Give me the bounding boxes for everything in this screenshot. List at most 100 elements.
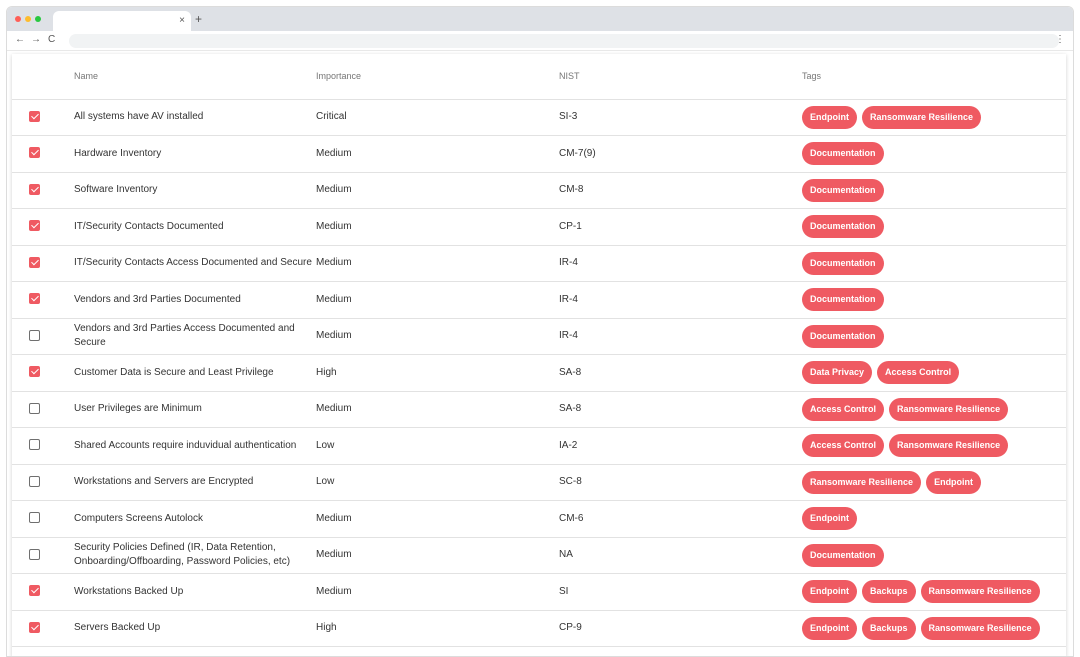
checkbox-checked[interactable]: [29, 220, 40, 232]
header-tags[interactable]: Tags: [802, 54, 1066, 100]
tag-chip[interactable]: Documentation: [802, 288, 884, 312]
row-importance: Medium: [316, 281, 559, 319]
row-select-cell: [12, 464, 74, 501]
table-row[interactable]: Customer Data is Secure and Least Privil…: [12, 354, 1066, 392]
table-row[interactable]: Servers Backed Up High CP-9 Endpoint Backups…: [12, 610, 1066, 647]
browser-tab[interactable]: ×: [53, 11, 191, 31]
checkbox-unchecked[interactable]: [29, 329, 40, 341]
header-nist[interactable]: NIST: [559, 54, 802, 100]
checkbox-unchecked[interactable]: [29, 402, 40, 414]
table-row[interactable]: Software Inventory Medium CM-8 Documentatio…: [12, 172, 1066, 209]
row-tags: Endpoint Ransomware Resilience: [802, 99, 1066, 136]
row-nist: SI: [559, 573, 802, 611]
forward-arrow-icon[interactable]: →: [31, 34, 41, 46]
checkbox-checked[interactable]: [29, 293, 40, 305]
row-name: Servers Backed Up: [74, 610, 316, 647]
tag-chip[interactable]: Ransomware Resilience: [889, 397, 1009, 421]
row-select-cell: [12, 573, 74, 611]
row-select-cell: [12, 245, 74, 282]
tag-chip[interactable]: Ransomware Resilience: [889, 434, 1009, 458]
row-name: Workstations and Servers are Encrypted: [74, 464, 316, 501]
tag-chip[interactable]: Documentation: [802, 215, 884, 239]
table-row[interactable]: Hardware Inventory Medium CM-7(9) Documenta…: [12, 135, 1066, 173]
checkbox-unchecked[interactable]: [29, 439, 40, 451]
table-row[interactable]: All systems have AV installed Critical SI-…: [12, 99, 1066, 136]
checkbox-checked[interactable]: [29, 366, 40, 378]
close-tab-icon[interactable]: ×: [179, 14, 185, 28]
tag-chip[interactable]: Endpoint: [802, 105, 857, 129]
checkbox-unchecked[interactable]: [29, 512, 40, 524]
tag-chip[interactable]: Ransomware Resilience: [862, 105, 982, 129]
table-row[interactable]: Workstations and Servers are Encrypted Lo…: [12, 464, 1066, 501]
tag-chip[interactable]: Ransomware Resilience: [920, 580, 1040, 604]
row-select-cell: [12, 391, 74, 428]
new-tab-icon[interactable]: +: [195, 12, 202, 26]
row-tags: Endpoint Backups Ransomware Resilience: [802, 610, 1066, 647]
checkbox-checked[interactable]: [29, 585, 40, 597]
row-select-cell: [12, 318, 74, 355]
tag-chip[interactable]: Documentation: [802, 324, 884, 348]
table-row[interactable]: Shared Accounts require induvidual authe…: [12, 427, 1066, 465]
checkbox-checked[interactable]: [29, 183, 40, 195]
tag-chip[interactable]: Endpoint: [802, 616, 857, 640]
checkbox-checked[interactable]: [29, 147, 40, 159]
tag-chip[interactable]: Ransomware Resilience: [802, 470, 922, 494]
reload-icon[interactable]: C: [48, 34, 55, 46]
browser-window: × + ← → C ⋮ Name Importance NIST Tags Al…: [6, 6, 1074, 657]
row-importance: Medium: [316, 208, 559, 246]
row-nist: IR-4: [559, 281, 802, 319]
tag-chip[interactable]: Documentation: [802, 178, 884, 202]
row-importance: Medium: [316, 318, 559, 355]
row-nist: NA: [559, 537, 802, 574]
tag-chip[interactable]: Backups: [862, 616, 916, 640]
tag-chip[interactable]: Endpoint: [802, 580, 857, 604]
row-select-cell: [12, 99, 74, 136]
tag-chip[interactable]: Access Control: [877, 361, 960, 385]
table-row[interactable]: User Privileges are Minimum Medium SA-8 Acc…: [12, 391, 1066, 428]
close-window-dot[interactable]: [15, 16, 21, 22]
table-row[interactable]: IT/Security Contacts Documented Medium CP-…: [12, 208, 1066, 246]
tag-chip[interactable]: Documentation: [802, 251, 884, 275]
row-nist: CM-8: [559, 172, 802, 209]
tag-chip[interactable]: Data Privacy: [802, 361, 873, 385]
checkbox-checked[interactable]: [29, 110, 40, 122]
row-importance: Medium: [316, 537, 559, 574]
table-row[interactable]: Security Policies Defined (IR, Data Rete…: [12, 537, 1066, 574]
row-tags: Endpoint Backups Ransomware Resilience: [802, 573, 1066, 611]
checkbox-unchecked[interactable]: [29, 548, 40, 560]
row-importance: Medium: [316, 573, 559, 611]
row-select-cell: [12, 281, 74, 319]
table-row[interactable]: Workstations Backed Up Medium SI Endpoint Ba…: [12, 573, 1066, 611]
back-arrow-icon[interactable]: ←: [15, 34, 25, 46]
row-nist: SA-8: [559, 354, 802, 392]
address-bar[interactable]: [69, 34, 1059, 48]
browser-menu-icon[interactable]: ⋮: [1055, 34, 1065, 46]
header-name[interactable]: Name: [74, 54, 316, 100]
checkbox-checked[interactable]: [29, 256, 40, 268]
tag-chip[interactable]: Ransomware Resilience: [920, 616, 1040, 640]
tag-chip[interactable]: Access Control: [802, 397, 885, 421]
row-tags: Access Control Ransomware Resilience: [802, 427, 1066, 465]
table-row[interactable]: Vendors and 3rd Parties Documented Medium…: [12, 281, 1066, 319]
row-nist: SI-3: [559, 99, 802, 136]
tag-chip[interactable]: Documentation: [802, 543, 884, 567]
header-importance[interactable]: Importance: [316, 54, 559, 100]
row-tags: Documentation: [802, 135, 1066, 173]
row-tags: Documentation: [802, 172, 1066, 209]
minimize-window-dot[interactable]: [25, 16, 31, 22]
checklist-card: Name Importance NIST Tags All systems ha…: [12, 54, 1066, 656]
maximize-window-dot[interactable]: [35, 16, 41, 22]
tag-chip[interactable]: Access Control: [802, 434, 885, 458]
table-row[interactable]: Vendors and 3rd Parties Access Documente…: [12, 318, 1066, 355]
checkbox-checked[interactable]: [29, 621, 40, 633]
tag-chip[interactable]: Endpoint: [926, 470, 982, 494]
checklist-table: Name Importance NIST Tags All systems ha…: [12, 54, 1066, 647]
tag-chip[interactable]: Documentation: [802, 142, 884, 166]
checkbox-unchecked[interactable]: [29, 475, 40, 487]
table-row[interactable]: IT/Security Contacts Access Documented a…: [12, 245, 1066, 282]
table-body: All systems have AV installed Critical SI-…: [12, 99, 1066, 647]
table-row[interactable]: Computers Screens Autolock Medium CM-6 Endp…: [12, 500, 1066, 538]
tag-chip[interactable]: Endpoint: [802, 507, 857, 531]
row-select-cell: [12, 610, 74, 647]
tag-chip[interactable]: Backups: [862, 580, 916, 604]
